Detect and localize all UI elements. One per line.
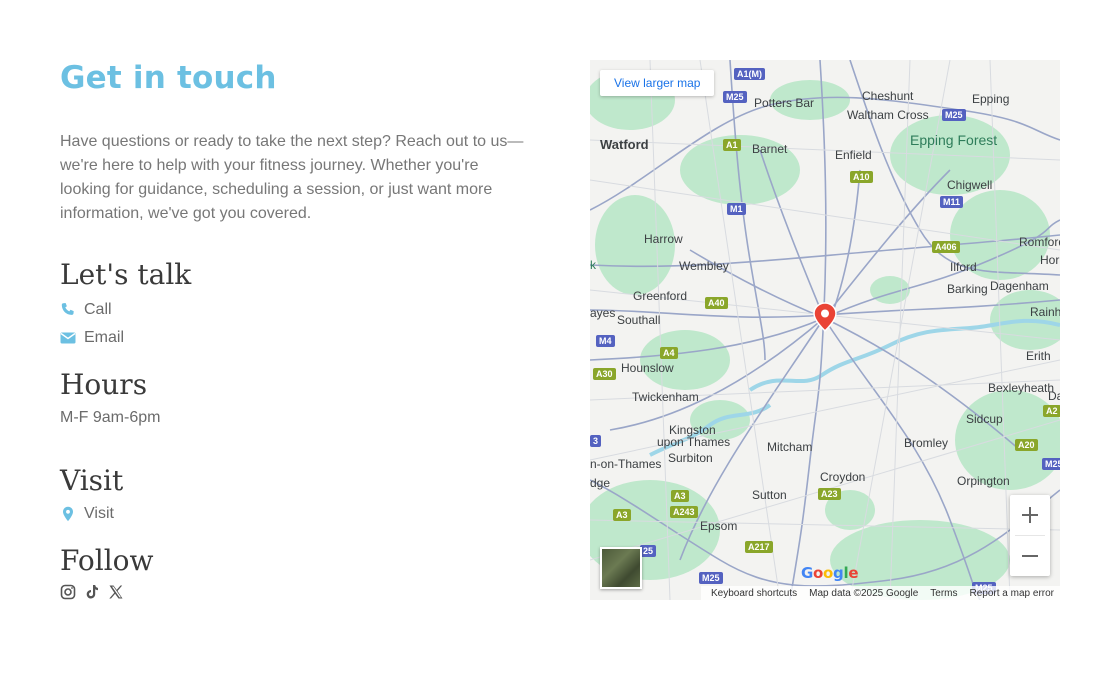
phone-icon (60, 302, 76, 318)
map-place: Twickenham (632, 390, 699, 404)
map-place: Epping Forest (910, 132, 998, 148)
lets-talk-heading: Let's talk (60, 258, 192, 291)
map-place: upon Thames (657, 435, 731, 449)
plus-icon (1022, 507, 1038, 523)
map-place: k (590, 258, 596, 272)
follow-heading: Follow (60, 544, 154, 577)
road-label: A1 (723, 139, 741, 151)
map-place: Waltham Cross (847, 108, 929, 122)
contact-section: Get in touch Have questions or ready to … (60, 56, 540, 600)
zoom-in-button[interactable] (1010, 495, 1050, 535)
x-icon[interactable] (108, 584, 124, 600)
road-label: M25 (1042, 458, 1060, 470)
map-place: n-on-Thames (590, 457, 662, 471)
map-place: Ilford (950, 260, 977, 274)
minus-icon (1022, 555, 1038, 557)
intro-text: Have questions or ready to take the next… (60, 133, 524, 222)
page-title: Get in touch (60, 60, 277, 96)
envelope-icon (60, 330, 76, 346)
map-place: Croydon (820, 470, 866, 484)
map-place: Hounslow (621, 361, 674, 375)
road-label: A40 (705, 297, 728, 309)
visit-label: Visit (84, 505, 114, 522)
hours-heading: Hours (60, 368, 148, 401)
map-place: Harrow (644, 232, 683, 246)
map-place: Enfield (835, 148, 872, 162)
road-label: A217 (745, 541, 773, 553)
map-place: Potters Bar (754, 96, 815, 110)
road-label: M25 (723, 91, 747, 103)
road-label: A406 (932, 241, 960, 253)
road-label: A3 (613, 509, 631, 521)
satellite-toggle[interactable] (600, 547, 642, 589)
map-footer: Keyboard shortcuts Map data ©2025 Google… (700, 586, 1060, 600)
road-label: M11 (940, 196, 964, 208)
map-place: Epsom (700, 519, 738, 533)
map-place: Orpington (957, 474, 1010, 488)
visit-link[interactable]: Visit (60, 500, 540, 528)
zoom-out-button[interactable] (1010, 536, 1050, 576)
email-link[interactable]: Email (60, 324, 540, 352)
map-marker-icon[interactable] (812, 302, 838, 332)
road-label: M25 (942, 109, 966, 121)
map-place: Bexleyheath (988, 381, 1055, 395)
zoom-controls (1010, 495, 1050, 576)
map-place: Rainh (1030, 305, 1060, 319)
map-place: Surbiton (668, 451, 713, 465)
terms-link[interactable]: Terms (924, 588, 963, 599)
map-place: Sidcup (966, 412, 1003, 426)
map-place: Barking (947, 282, 988, 296)
map-place: Barnet (752, 142, 788, 156)
map-place: Mitcham (767, 440, 813, 454)
map-place: Sutton (752, 488, 787, 502)
road-label: A20 (1015, 439, 1038, 451)
social-links (60, 584, 540, 600)
map-place: Da (1048, 389, 1060, 403)
road-label: 25 (640, 545, 657, 557)
map-place: Romford (1019, 235, 1060, 249)
road-label: A4 (660, 347, 678, 359)
road-label: A10 (850, 171, 873, 183)
tiktok-icon[interactable] (84, 584, 100, 600)
call-link[interactable]: Call (60, 296, 540, 324)
google-logo: Google (801, 564, 859, 582)
map-place: Watford (600, 137, 649, 152)
instagram-icon[interactable] (60, 584, 76, 600)
road-label: M25 (699, 572, 723, 584)
road-label: 3 (590, 435, 602, 447)
map-place: Epping (972, 92, 1010, 106)
call-label: Call (84, 301, 112, 318)
road-label: A3 (671, 490, 689, 502)
map-place: Hor (1040, 253, 1060, 267)
view-larger-map-link[interactable]: View larger map (600, 70, 715, 96)
location-pin-icon (60, 506, 76, 522)
road-label: A1(M) (734, 68, 765, 80)
map-place: Cheshunt (862, 89, 914, 103)
map-place: Erith (1026, 349, 1051, 363)
road-label: A2 (1043, 405, 1060, 417)
map-data-attribution: Map data ©2025 Google (809, 587, 919, 599)
road-label: M4 (596, 335, 615, 347)
hours-text: M-F 9am-6pm (60, 409, 161, 426)
road-label: M1 (727, 203, 746, 215)
keyboard-shortcuts-link[interactable]: Keyboard shortcuts (705, 588, 803, 599)
map-embed[interactable]: View larger map Watford Potters Bar Ches… (590, 60, 1060, 600)
email-label: Email (84, 329, 125, 346)
road-label: A243 (670, 506, 698, 518)
map-place: Chigwell (947, 178, 993, 192)
map-place: Bromley (904, 436, 949, 450)
map-place: Wembley (679, 259, 729, 273)
map-place: Greenford (633, 289, 688, 303)
road-label: A23 (818, 488, 841, 500)
report-map-error-link[interactable]: Report a map error (964, 588, 1060, 599)
map-place: dge (590, 476, 611, 490)
map-place: Dagenham (990, 279, 1049, 293)
map-place: ayes (590, 306, 616, 320)
map-place: Southall (617, 313, 661, 327)
visit-heading: Visit (60, 464, 124, 497)
road-label: A30 (593, 368, 616, 380)
